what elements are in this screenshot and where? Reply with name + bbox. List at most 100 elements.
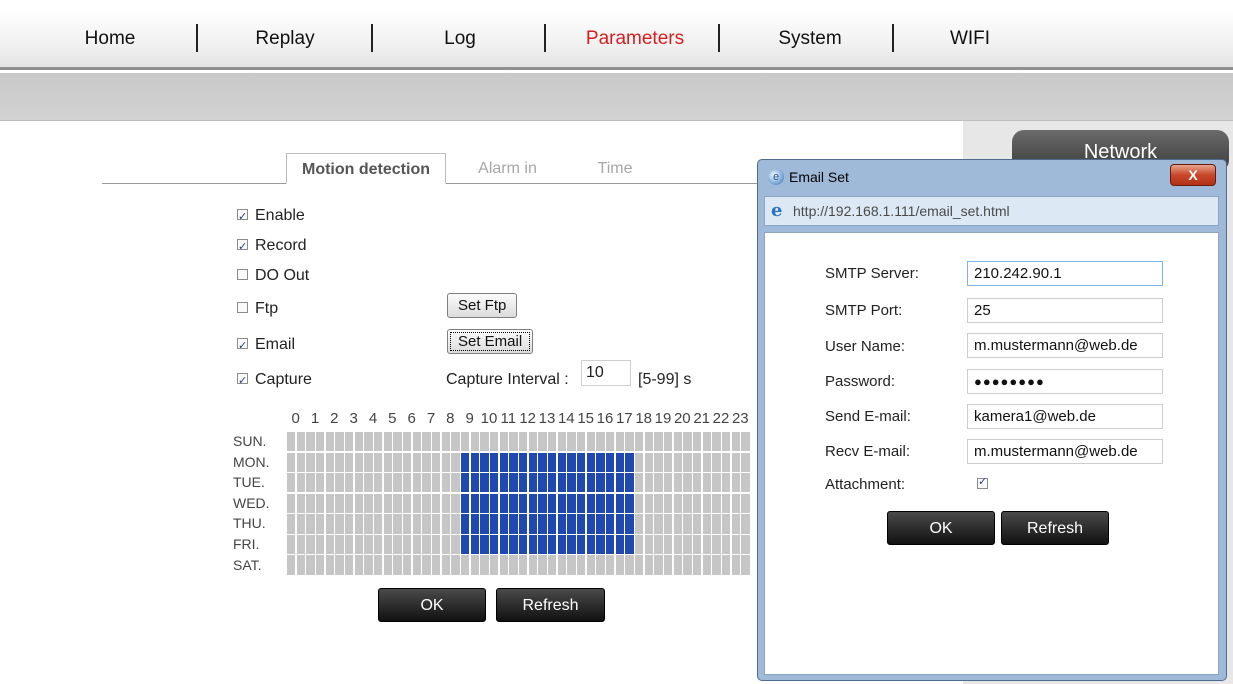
- schedule-cell[interactable]: [480, 432, 489, 452]
- schedule-cell[interactable]: [528, 432, 538, 452]
- schedule-cell[interactable]: [528, 473, 538, 493]
- schedule-cell[interactable]: [509, 534, 518, 555]
- schedule-cell[interactable]: [403, 452, 412, 472]
- schedule-cell[interactable]: [615, 534, 625, 555]
- set-ftp-button[interactable]: Set Ftp: [447, 293, 518, 318]
- schedule-cell[interactable]: [383, 452, 393, 472]
- schedule-cell[interactable]: [722, 555, 731, 575]
- schedule-cell[interactable]: [470, 473, 480, 493]
- schedule-cell[interactable]: [596, 432, 605, 452]
- schedule-cell[interactable]: [654, 452, 663, 472]
- schedule-cell[interactable]: [403, 534, 412, 555]
- schedule-cell[interactable]: [287, 432, 296, 452]
- schedule-cell[interactable]: [702, 514, 712, 534]
- schedule-cell[interactable]: [490, 514, 499, 534]
- schedule-cell[interactable]: [596, 452, 605, 472]
- schedule-cell[interactable]: [316, 432, 325, 452]
- schedule-cell[interactable]: [374, 493, 383, 513]
- schedule-cell[interactable]: [712, 432, 721, 452]
- schedule-cell[interactable]: [287, 493, 296, 513]
- schedule-cell[interactable]: [412, 432, 422, 452]
- schedule-cell[interactable]: [683, 473, 692, 493]
- schedule-cell[interactable]: [335, 555, 344, 575]
- schedule-cell[interactable]: [296, 493, 306, 513]
- schedule-cell[interactable]: [586, 473, 596, 493]
- schedule-cell[interactable]: [683, 514, 692, 534]
- schedule-cell[interactable]: [741, 555, 750, 575]
- email-option[interactable]: Email: [237, 334, 295, 357]
- schedule-cell[interactable]: [509, 452, 518, 472]
- schedule-cell[interactable]: [615, 452, 625, 472]
- schedule-cell[interactable]: [557, 452, 567, 472]
- schedule-cell[interactable]: [306, 452, 315, 472]
- schedule-cell[interactable]: [316, 514, 325, 534]
- schedule-cell[interactable]: [567, 493, 576, 513]
- schedule-cell[interactable]: [490, 473, 499, 493]
- schedule-cell[interactable]: [519, 493, 528, 513]
- schedule-cell[interactable]: [412, 514, 422, 534]
- schedule-cell[interactable]: [654, 555, 663, 575]
- schedule-cell[interactable]: [470, 555, 480, 575]
- nav-replay[interactable]: Replay: [240, 10, 330, 70]
- schedule-cell[interactable]: [586, 493, 596, 513]
- schedule-cell[interactable]: [509, 432, 518, 452]
- schedule-cell[interactable]: [470, 514, 480, 534]
- schedule-cell[interactable]: [567, 514, 576, 534]
- smtp-port-input[interactable]: 25: [967, 298, 1163, 323]
- do-out-checkbox[interactable]: [237, 268, 248, 280]
- schedule-cell[interactable]: [383, 473, 393, 493]
- schedule-cell[interactable]: [693, 452, 702, 472]
- schedule-cell[interactable]: [325, 452, 335, 472]
- schedule-cell[interactable]: [422, 432, 431, 452]
- schedule-cell[interactable]: [644, 555, 654, 575]
- schedule-cell[interactable]: [683, 555, 692, 575]
- schedule-cell[interactable]: [422, 452, 431, 472]
- schedule-cell[interactable]: [693, 514, 702, 534]
- schedule-cell[interactable]: [567, 432, 576, 452]
- schedule-cell[interactable]: [654, 514, 663, 534]
- password-input[interactable]: ●●●●●●●●: [967, 369, 1163, 394]
- schedule-cell[interactable]: [432, 452, 441, 472]
- schedule-cell[interactable]: [287, 514, 296, 534]
- schedule-cell[interactable]: [567, 473, 576, 493]
- schedule-cell[interactable]: [596, 534, 605, 555]
- schedule-cell[interactable]: [306, 473, 315, 493]
- schedule-cell[interactable]: [325, 514, 335, 534]
- schedule-cell[interactable]: [586, 555, 596, 575]
- schedule-cell[interactable]: [393, 473, 402, 493]
- schedule-cell[interactable]: [538, 473, 547, 493]
- schedule-cell[interactable]: [345, 452, 354, 472]
- schedule-cell[interactable]: [673, 473, 683, 493]
- schedule-cell[interactable]: [731, 555, 741, 575]
- schedule-cell[interactable]: [470, 493, 480, 513]
- schedule-cell[interactable]: [441, 452, 451, 472]
- schedule-cell[interactable]: [287, 534, 296, 555]
- schedule-cell[interactable]: [635, 555, 644, 575]
- capture-interval-input[interactable]: 10: [581, 360, 631, 386]
- schedule-cell[interactable]: [635, 534, 644, 555]
- schedule-cell[interactable]: [345, 473, 354, 493]
- schedule-cell[interactable]: [519, 473, 528, 493]
- schedule-cell[interactable]: [702, 534, 712, 555]
- schedule-cell[interactable]: [499, 432, 509, 452]
- schedule-cell[interactable]: [316, 473, 325, 493]
- enable-checkbox[interactable]: [237, 206, 248, 228]
- schedule-cell[interactable]: [490, 452, 499, 472]
- schedule-cell[interactable]: [741, 473, 750, 493]
- schedule-cell[interactable]: [325, 493, 335, 513]
- schedule-cell[interactable]: [712, 473, 721, 493]
- schedule-cell[interactable]: [461, 534, 470, 555]
- tab-alarm-in[interactable]: Alarm in: [460, 153, 555, 184]
- schedule-cell[interactable]: [393, 493, 402, 513]
- schedule-cell[interactable]: [528, 493, 538, 513]
- schedule-cell[interactable]: [383, 555, 393, 575]
- schedule-cell[interactable]: [335, 452, 344, 472]
- schedule-cell[interactable]: [615, 555, 625, 575]
- schedule-cell[interactable]: [432, 555, 441, 575]
- schedule-cell[interactable]: [577, 473, 586, 493]
- schedule-cell[interactable]: [354, 534, 364, 555]
- schedule-cell[interactable]: [644, 493, 654, 513]
- schedule-cell[interactable]: [470, 534, 480, 555]
- tab-time[interactable]: Time: [580, 153, 650, 184]
- schedule-cell[interactable]: [625, 432, 634, 452]
